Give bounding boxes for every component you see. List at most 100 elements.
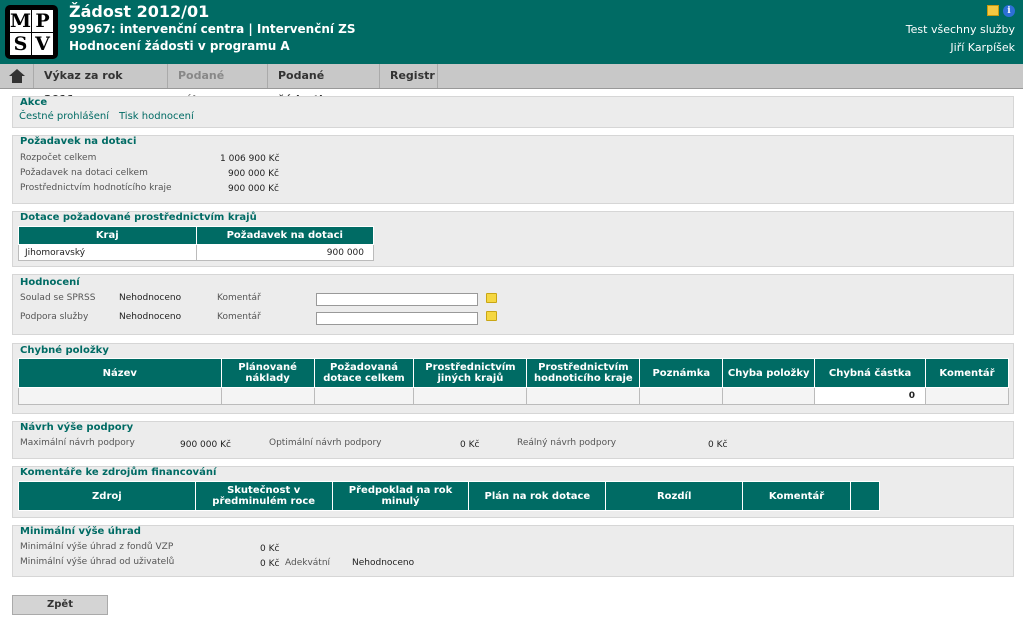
logo-letter: P (32, 10, 53, 32)
nav-registr[interactable]: Registr (380, 64, 438, 88)
uhrady-uzivatel-value: 0 Kč (260, 559, 280, 569)
section-title: Chybné položky (20, 345, 109, 356)
table-cell (925, 387, 1009, 405)
section-dotace-kraje: Dotace požadované prostřednictvím krajů … (12, 211, 1014, 267)
table-header-row: Zdroj Skutečnost v předminulém roce Před… (18, 481, 880, 511)
real-navrh-label: Reálný návrh podpory (517, 438, 617, 448)
section-title: Návrh výše podpory (20, 422, 134, 433)
column-header: Prostřednictvím jiných krajů (413, 358, 528, 388)
section-pozadavek: Požadavek na dotaci Rozpočet celkem 1 00… (12, 135, 1014, 204)
section-title: Hodnocení (20, 277, 80, 288)
table-cell (18, 387, 222, 405)
table-cell (526, 387, 641, 405)
back-button[interactable]: Zpět (12, 595, 108, 615)
section-uhrady: Minimální výše úhrad Minimální výše úhra… (12, 525, 1014, 577)
folder-icon[interactable] (987, 5, 999, 16)
column-header: Kraj (18, 226, 197, 245)
section-title: Komentáře ke zdrojům financování (20, 467, 217, 478)
mpsv-logo[interactable]: M P S V (5, 5, 58, 59)
section-zdroje: Komentáře ke zdrojům financování Zdroj S… (12, 466, 1014, 518)
page-subtitle-2: Hodnocení žádosti v programu A (69, 39, 290, 53)
komentar-label: Komentář (217, 312, 261, 322)
column-header: Požadavek na dotaci (195, 226, 374, 245)
real-navrh-value: 0 Kč (708, 440, 728, 450)
nav-label: Registr (390, 69, 435, 82)
column-header (850, 481, 880, 511)
nav-podane-vykazy[interactable]: Podané výkazy (168, 64, 268, 106)
rozpocet-label: Rozpočet celkem (20, 153, 97, 163)
column-header: Komentář (742, 481, 851, 511)
section-title: Dotace požadované prostřednictvím krajů (20, 212, 257, 223)
section-chybne: Chybné položky Název Plánované náklady P… (12, 343, 1014, 414)
adekvatni-label: Adekvátní (285, 558, 331, 568)
max-navrh-value: 900 000 Kč (180, 440, 231, 450)
nav-vykaz[interactable]: Výkaz za rok 2011 (34, 64, 168, 106)
section-hodnoceni: Hodnocení Soulad se SPRSS Nehodnoceno Ko… (12, 274, 1014, 335)
header-icons: i (987, 5, 1015, 17)
rozpocet-value: 1 006 900 Kč (220, 154, 280, 164)
column-header: Předpoklad na rok minulý (331, 481, 470, 511)
column-header: Skutečnost v předminulém roce (194, 481, 333, 511)
page-subtitle: 99967: intervenční centra | Intervenční … (69, 22, 356, 36)
home-icon (8, 69, 25, 83)
table-cell (722, 387, 816, 405)
main-nav: Výkaz za rok 2011 Podané výkazy Podané ž… (0, 64, 1023, 106)
tisk-hodnoceni-link[interactable]: Tisk hodnocení (119, 111, 194, 122)
column-header: Požadovaná dotace celkem (313, 358, 415, 388)
section-navrh: Návrh výše podpory Maximální návrh podpo… (12, 421, 1014, 459)
section-title: Akce (20, 97, 48, 108)
soulad-label: Soulad se SPRSS (20, 293, 96, 303)
opt-navrh-value: 0 Kč (460, 440, 480, 450)
pozadavek-label: Požadavek na dotaci celkem (20, 168, 148, 178)
cestne-prohlaseni-link[interactable]: Čestné prohlášení (19, 111, 109, 122)
column-header: Komentář (925, 358, 1009, 388)
table-cell (220, 387, 315, 405)
column-header: Rozdíl (605, 481, 744, 511)
home-button[interactable] (0, 64, 34, 88)
column-header: Poznámka (639, 358, 724, 388)
logo-letter: V (32, 33, 53, 55)
section-title: Požadavek na dotaci (20, 136, 137, 147)
opt-navrh-label: Optimální návrh podpory (269, 438, 382, 448)
page-title: Žádost 2012/01 (69, 2, 210, 21)
table-row: 0 (18, 387, 1009, 405)
column-header: Plán na rok dotace (468, 481, 607, 511)
note-icon[interactable] (486, 311, 497, 321)
table-header-row: Název Plánované náklady Požadovaná dotac… (18, 358, 1009, 388)
uhrady-uzivatel-label: Minimální výše úhrad od uživatelů (20, 557, 175, 567)
podpora-label: Podpora služby (20, 312, 89, 322)
logo-letter: S (10, 33, 31, 55)
komentar-label: Komentář (217, 293, 261, 303)
table-cell (413, 387, 528, 405)
max-navrh-label: Maximální návrh podpory (20, 438, 135, 448)
pozadavek-value: 900 000 Kč (228, 169, 279, 179)
table-cell (639, 387, 724, 405)
zdroje-table: Zdroj Skutečnost v předminulém roce Před… (18, 481, 880, 511)
adekvatni-value: Nehodnoceno (352, 558, 415, 568)
nav-podane-zadosti[interactable]: Podané žádosti (268, 64, 380, 106)
chybne-polozky-table: Název Plánované náklady Požadovaná dotac… (18, 358, 1009, 405)
user-name[interactable]: Jiří Karpíšek (950, 41, 1015, 54)
uhrady-vzp-value: 0 Kč (260, 544, 280, 554)
uhrady-vzp-label: Minimální výše úhrad z fondů VZP (20, 542, 174, 552)
table-cell: 0 (814, 387, 926, 405)
app-header: M P S V Žádost 2012/01 99967: intervenčn… (0, 0, 1023, 64)
kraj-label: Prostřednictvím hodnotícího kraje (20, 183, 172, 193)
info-icon[interactable]: i (1003, 5, 1015, 17)
column-header: Zdroj (18, 481, 196, 511)
kraj-value: 900 000 Kč (228, 184, 279, 194)
table-header-row: Kraj Požadavek na dotaci (18, 226, 374, 245)
column-header: Plánované náklady (220, 358, 315, 388)
dotace-kraje-table: Kraj Požadavek na dotaci Jihomoravský 90… (18, 226, 374, 261)
section-akce: Akce Čestné prohlášení Tisk hodnocení (12, 96, 1014, 128)
podpora-comment-input[interactable] (316, 312, 478, 325)
logo-letter: M (10, 10, 32, 32)
note-icon[interactable] (486, 293, 497, 303)
section-title: Minimální výše úhrad (20, 526, 141, 537)
column-header: Chybná částka (814, 358, 926, 388)
soulad-comment-input[interactable] (316, 293, 478, 306)
table-cell: 900 000 (195, 244, 374, 261)
table-cell: Jihomoravský (18, 244, 197, 261)
column-header: Prostřednictvím hodnoticího kraje (526, 358, 641, 388)
table-row: Jihomoravský 900 000 (18, 244, 374, 261)
